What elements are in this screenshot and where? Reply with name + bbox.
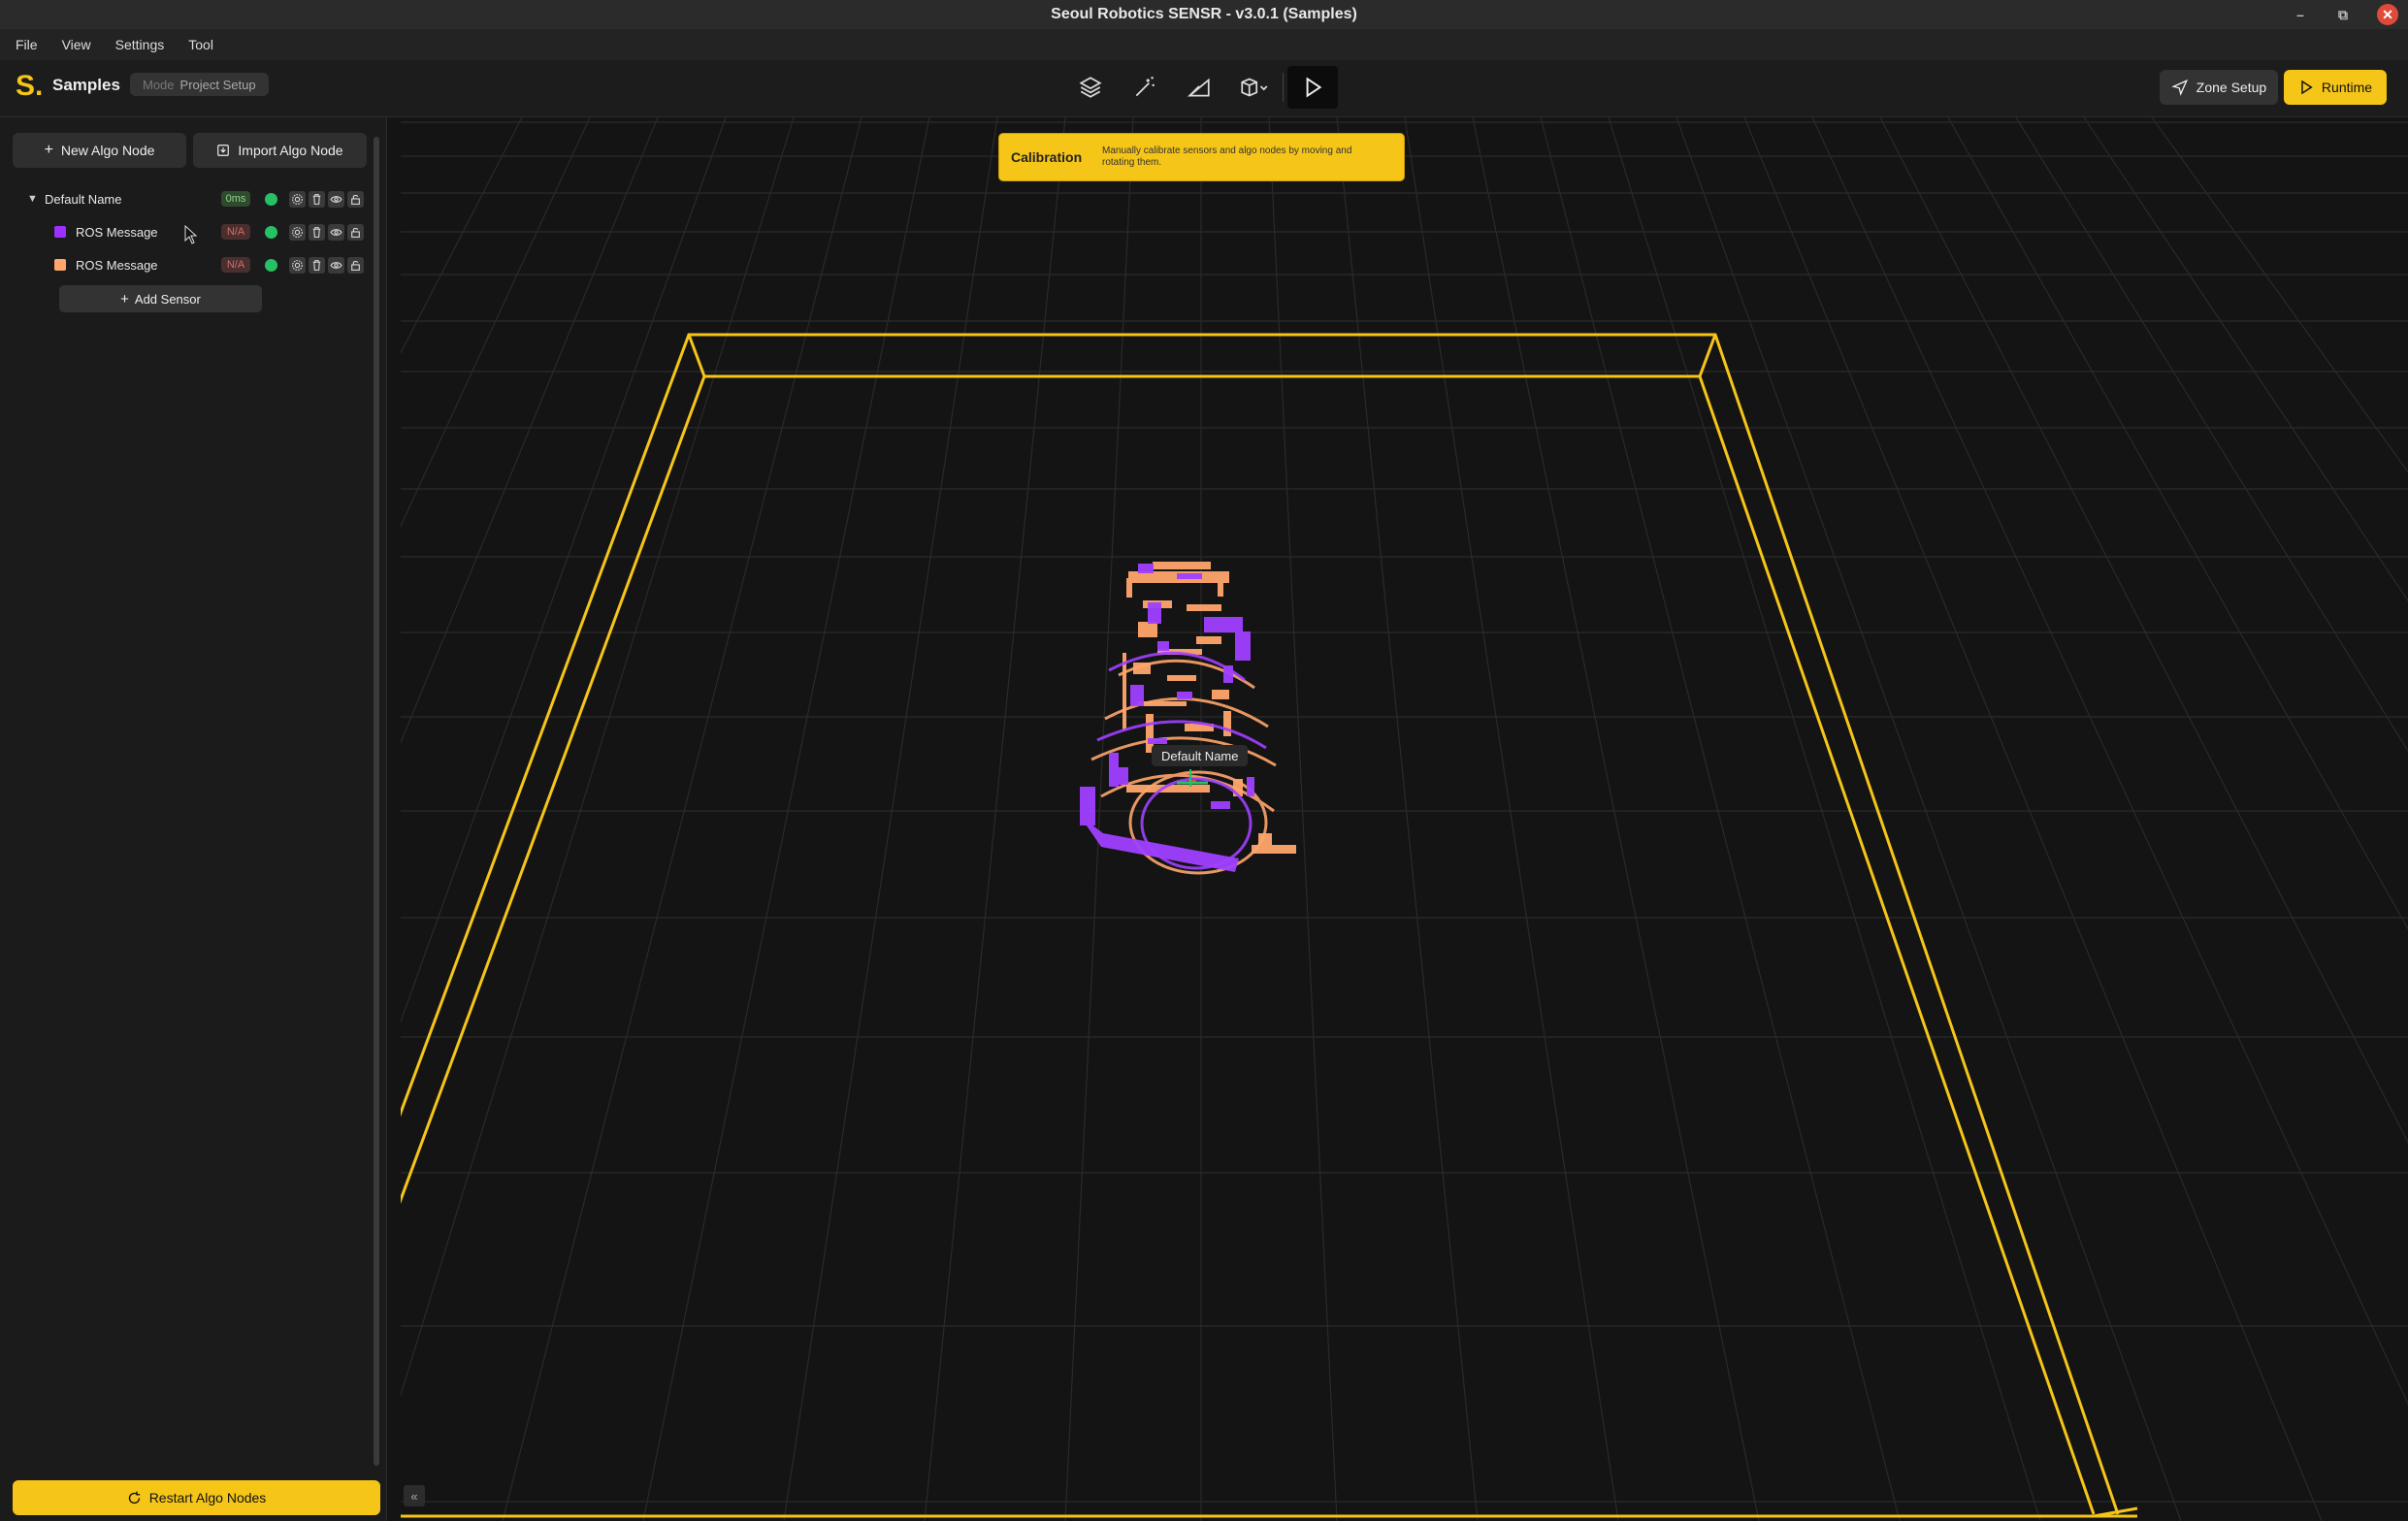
row-actions bbox=[289, 223, 364, 241]
import-algo-node-button[interactable]: Import Algo Node bbox=[193, 133, 367, 168]
menu-view[interactable]: View bbox=[47, 37, 100, 52]
gear-icon[interactable] bbox=[289, 256, 306, 274]
eye-icon[interactable] bbox=[328, 256, 344, 274]
window-titlebar: Seoul Robotics SENSR - v3.0.1 (Samples) … bbox=[0, 0, 2408, 29]
new-algo-node-button[interactable]: + New Algo Node bbox=[13, 133, 186, 168]
window-controls: – ⧉ ✕ bbox=[2292, 0, 2398, 29]
lock-icon[interactable] bbox=[347, 190, 364, 208]
3d-viewport[interactable]: Calibration Manually calibrate sensors a… bbox=[401, 117, 2408, 1521]
mode-indicator: Mode Project Setup bbox=[130, 73, 269, 96]
calibration-banner-title: Calibration bbox=[1011, 149, 1083, 165]
restart-algo-nodes-button[interactable]: Restart Algo Nodes bbox=[13, 1480, 380, 1515]
menu-tool[interactable]: Tool bbox=[173, 37, 222, 52]
mode-key: Mode bbox=[143, 77, 175, 92]
play-tool-button[interactable] bbox=[1287, 66, 1338, 109]
eye-icon[interactable] bbox=[328, 190, 344, 208]
app-logo: S. bbox=[16, 70, 44, 102]
status-check-icon bbox=[265, 225, 277, 239]
sensor-color-swatch bbox=[54, 259, 66, 271]
tree-node-label: ROS Message bbox=[76, 224, 158, 240]
plus-icon: + bbox=[120, 290, 129, 307]
magic-wand-icon bbox=[1135, 77, 1155, 97]
latency-badge: 0ms bbox=[221, 191, 250, 207]
status-check-icon bbox=[265, 192, 277, 206]
menu-bar: File View Settings Tool bbox=[0, 29, 2408, 60]
gear-icon[interactable] bbox=[289, 223, 306, 241]
zone-setup-button[interactable]: Zone Setup bbox=[2160, 70, 2278, 105]
cube-dropdown-icon bbox=[1241, 78, 1268, 97]
zone-setup-label: Zone Setup bbox=[2196, 80, 2267, 95]
restart-algo-nodes-label: Restart Algo Nodes bbox=[148, 1490, 267, 1505]
status-check-icon bbox=[265, 258, 277, 272]
zone-boundary[interactable] bbox=[401, 333, 2138, 1518]
window-title: Seoul Robotics SENSR - v3.0.1 (Samples) bbox=[1051, 6, 1357, 22]
close-icon[interactable]: ✕ bbox=[2377, 4, 2398, 25]
mode-tools bbox=[1065, 66, 1338, 109]
layers-tool-button[interactable] bbox=[1065, 66, 1116, 109]
add-sensor-label: Add Sensor bbox=[134, 291, 201, 307]
tree-node-label: ROS Message bbox=[76, 257, 158, 273]
layers-icon bbox=[1079, 77, 1102, 98]
trash-icon[interactable] bbox=[309, 190, 325, 208]
double-chevron-left-icon: « bbox=[410, 1488, 418, 1504]
menu-file[interactable]: File bbox=[0, 37, 47, 52]
sensor-color-swatch bbox=[54, 226, 66, 238]
ramp-tool-button[interactable] bbox=[1174, 66, 1224, 109]
minimize-icon[interactable]: – bbox=[2292, 7, 2309, 22]
app-toolbar: S. Samples Mode Project Setup Zone Setup… bbox=[0, 60, 2408, 117]
ground-grid bbox=[401, 117, 2408, 1521]
lock-icon[interactable] bbox=[347, 223, 364, 241]
eye-icon[interactable] bbox=[328, 223, 344, 241]
row-actions bbox=[289, 190, 364, 208]
toolbar-separator bbox=[1283, 73, 1284, 102]
caret-down-icon[interactable]: ▼ bbox=[27, 193, 38, 205]
zone-setup-icon bbox=[2170, 79, 2188, 96]
calibration-banner: Calibration Manually calibrate sensors a… bbox=[998, 133, 1405, 181]
play-icon bbox=[1306, 77, 1322, 98]
import-algo-node-label: Import Algo Node bbox=[238, 143, 343, 158]
algo-node-sidebar: + New Algo Node Import Algo Node ▼ Defau… bbox=[0, 117, 387, 1521]
row-actions bbox=[289, 256, 364, 274]
latency-badge: N/A bbox=[221, 257, 250, 273]
trash-icon[interactable] bbox=[309, 256, 325, 274]
mouse-pointer-icon bbox=[184, 225, 198, 244]
latency-badge: N/A bbox=[221, 224, 250, 240]
tree-node-sensor[interactable]: ROS Message N/A bbox=[0, 251, 369, 278]
plus-icon: + bbox=[44, 142, 53, 158]
point-cloud-scene[interactable] bbox=[401, 117, 2408, 1521]
gear-icon[interactable] bbox=[289, 190, 306, 208]
import-icon bbox=[217, 145, 230, 156]
calibration-banner-text: Manually calibrate sensors and algo node… bbox=[1102, 146, 1352, 168]
runtime-label: Runtime bbox=[2321, 80, 2373, 95]
mode-value: Project Setup bbox=[179, 77, 256, 92]
ramp-icon bbox=[1187, 78, 1210, 97]
lock-icon[interactable] bbox=[347, 256, 364, 274]
add-sensor-button[interactable]: + Add Sensor bbox=[59, 285, 262, 312]
tree-node-algo[interactable]: ▼ Default Name 0ms bbox=[0, 185, 369, 212]
runtime-button[interactable]: Runtime bbox=[2284, 70, 2387, 105]
sidebar-scrollbar[interactable] bbox=[374, 137, 379, 1466]
algo-node-label[interactable]: Default Name bbox=[1152, 745, 1249, 766]
play-icon bbox=[2301, 80, 2313, 95]
cube-dropdown-button[interactable] bbox=[1228, 66, 1279, 109]
collapse-sidebar-button[interactable]: « bbox=[404, 1485, 425, 1506]
menu-settings[interactable]: Settings bbox=[100, 37, 174, 52]
trash-icon[interactable] bbox=[309, 223, 325, 241]
new-algo-node-label: New Algo Node bbox=[60, 143, 155, 158]
maximize-icon[interactable]: ⧉ bbox=[2334, 7, 2352, 23]
magic-wand-tool-button[interactable] bbox=[1120, 66, 1170, 109]
project-name: Samples bbox=[52, 76, 120, 94]
tree-node-label: Default Name bbox=[45, 191, 122, 207]
refresh-icon bbox=[128, 1491, 140, 1504]
